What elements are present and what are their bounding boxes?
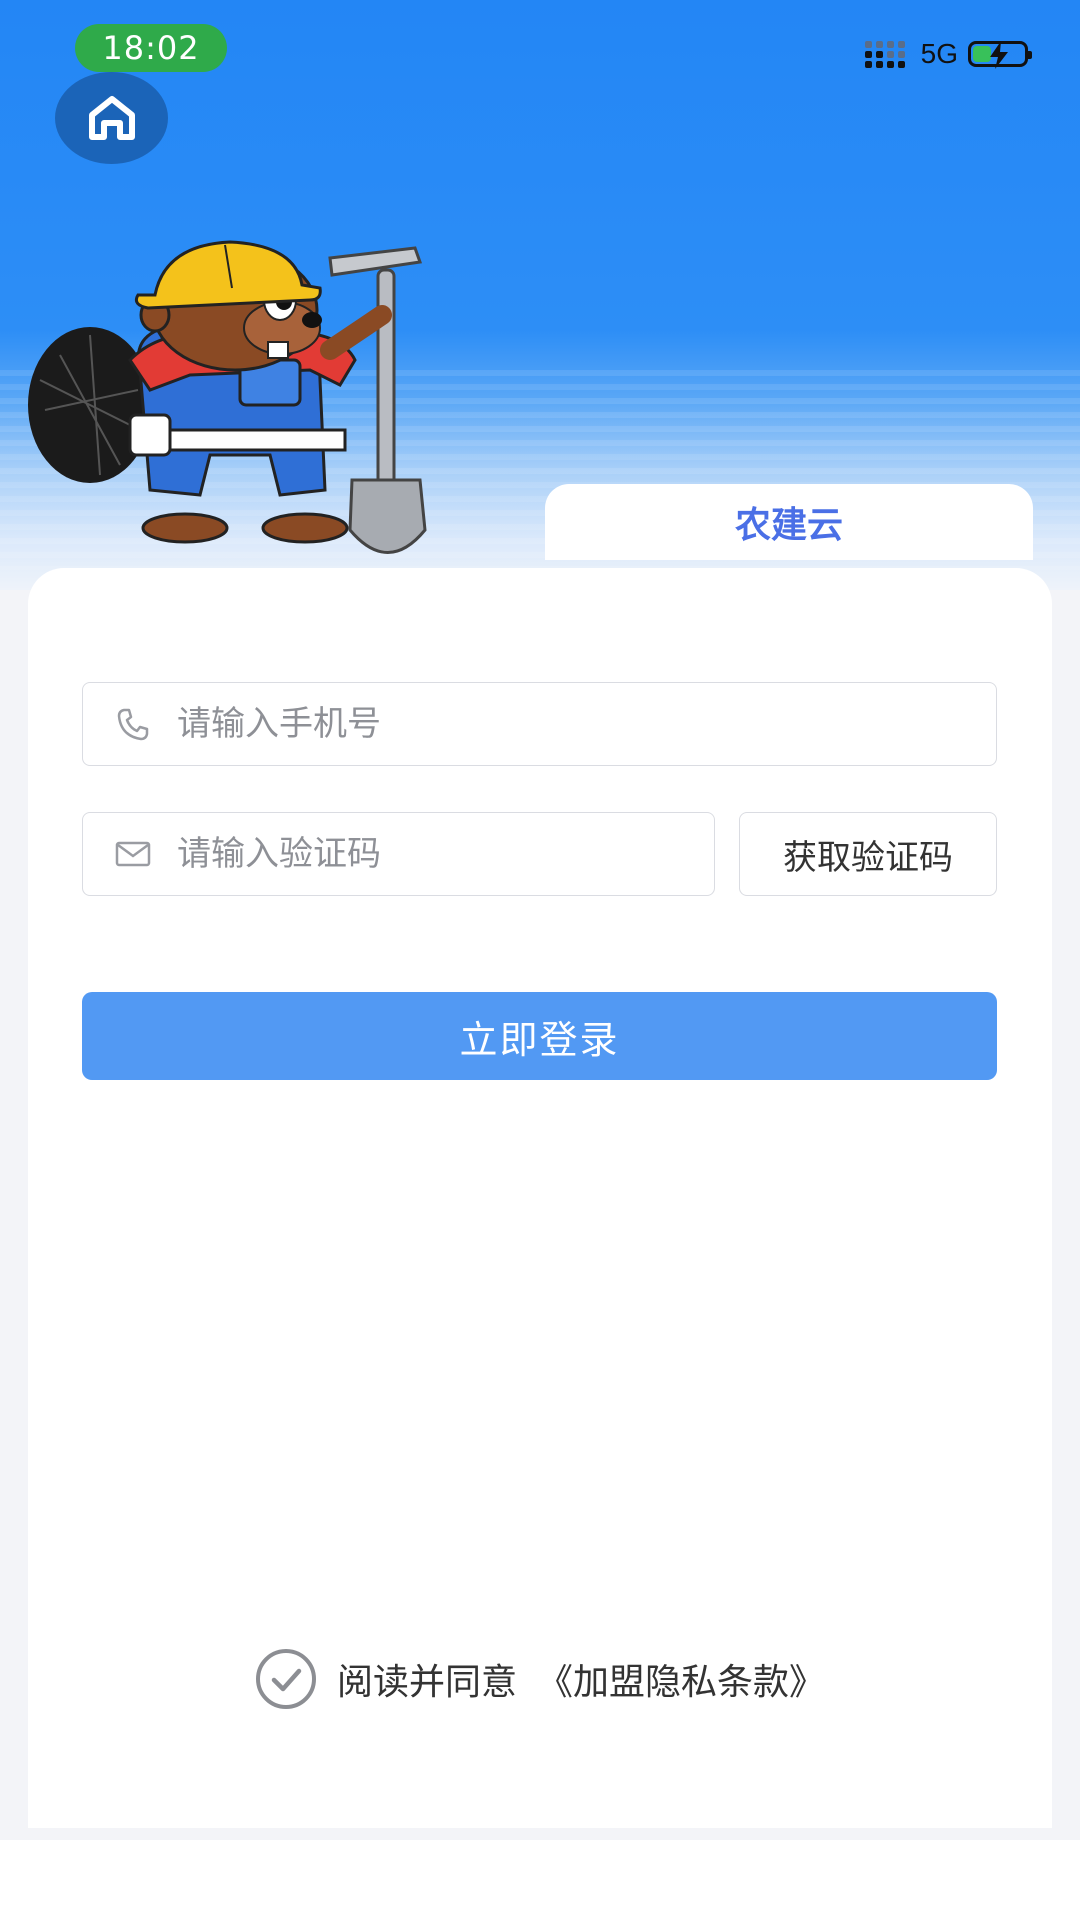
get-code-button[interactable]: 获取验证码 [739, 812, 997, 896]
verification-code-input[interactable] [175, 833, 714, 875]
home-icon [88, 96, 135, 140]
charging-bolt-icon [990, 41, 1008, 69]
home-button[interactable] [55, 72, 168, 164]
signal-strength-icon [864, 40, 905, 68]
status-indicators: 5G [864, 38, 1032, 70]
phone-input[interactable] [175, 703, 996, 745]
agreement-text: 阅读并同意 [336, 1662, 517, 1703]
mail-icon [115, 836, 151, 872]
agreement-row: 阅读并同意 《加盟隐私条款》 [0, 1648, 1080, 1710]
verification-code-field[interactable] [82, 812, 715, 896]
tab-app-name-label: 农建云 [734, 505, 843, 546]
battery-icon [968, 41, 1032, 69]
beaver-mascot-illustration [28, 240, 427, 554]
privacy-terms-link[interactable]: 《加盟隐私条款》 [537, 1653, 825, 1705]
phone-field[interactable] [82, 682, 997, 766]
network-type: 5G [920, 38, 958, 69]
phone-icon [115, 706, 151, 742]
bottom-area [0, 1840, 1080, 1920]
tab-app-name[interactable]: 农建云 [545, 484, 1033, 560]
status-time: 18:02 [75, 24, 227, 72]
login-button[interactable]: 立即登录 [82, 992, 997, 1080]
agreement-checkbox[interactable] [255, 1648, 317, 1710]
